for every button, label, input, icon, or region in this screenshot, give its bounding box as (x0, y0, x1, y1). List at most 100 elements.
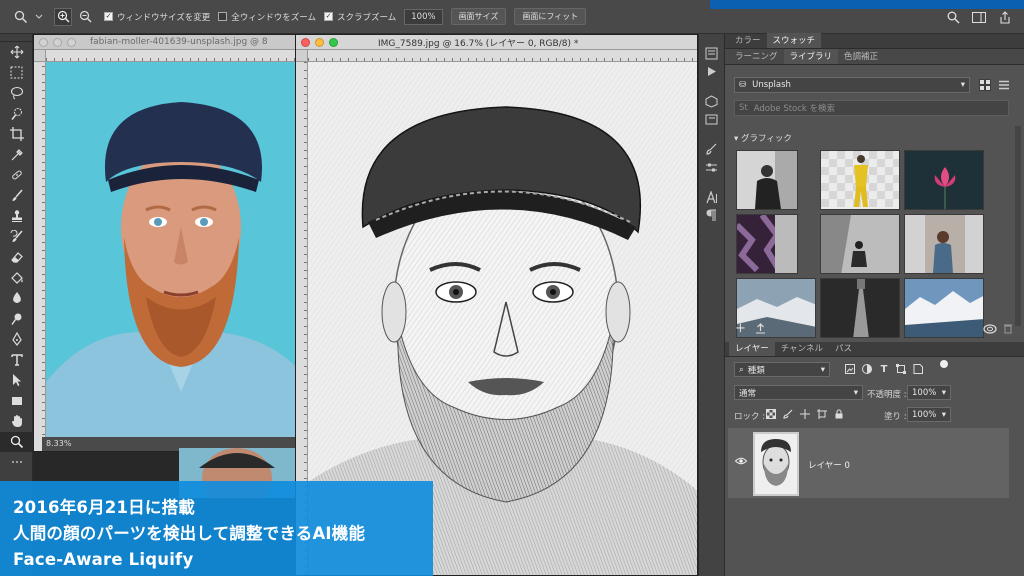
graphic-thumbnail[interactable] (736, 150, 798, 210)
document-titlebar-front[interactable]: IMG_7589.jpg @ 16.7% (レイヤー 0, RGB/8) * (296, 35, 697, 50)
properties-panel-icon[interactable] (699, 110, 724, 128)
document-window-back[interactable]: fabian-moller-401639-unsplash.jpg @ 8 8.… (33, 34, 308, 452)
more-tools-icon[interactable] (0, 452, 33, 473)
fit-screen-button[interactable]: 画面サイズ (450, 8, 507, 25)
move-tool-icon[interactable] (0, 42, 33, 63)
lock-image-pixels-icon[interactable] (782, 408, 794, 420)
eraser-tool-icon[interactable] (0, 247, 33, 268)
trash-icon[interactable] (1003, 323, 1013, 337)
library-select[interactable]: ⛁ Unsplash ▾ (734, 77, 970, 93)
maximize-window-icon[interactable] (329, 37, 338, 47)
minimize-window-icon[interactable] (53, 37, 62, 47)
graphic-thumbnail[interactable] (904, 150, 984, 210)
chevron-down-icon[interactable] (34, 8, 44, 26)
tab-adjustments[interactable]: 色調補正 (838, 49, 884, 64)
graphic-thumbnail[interactable] (820, 214, 900, 274)
brush-tool-icon[interactable] (0, 186, 33, 207)
character-panel-icon[interactable] (699, 188, 724, 206)
tab-learn[interactable]: ラーニング (729, 49, 784, 64)
stock-search-input[interactable]: St Adobe Stock を検索 (734, 100, 1009, 116)
history-brush-tool-icon[interactable] (0, 227, 33, 248)
healing-brush-tool-icon[interactable] (0, 165, 33, 186)
eyedropper-tool-icon[interactable] (0, 145, 33, 166)
dodge-tool-icon[interactable] (0, 309, 33, 330)
layer-kind-filter[interactable]: ⌕ 種類 ▾ (734, 362, 830, 377)
tab-channels[interactable]: チャンネル (775, 341, 829, 356)
brush-presets-panel-icon[interactable] (699, 158, 724, 176)
tab-layers[interactable]: レイヤー (729, 341, 775, 356)
upload-icon[interactable] (755, 323, 766, 337)
list-view-icon[interactable] (998, 79, 1010, 91)
graphics-header[interactable]: ▾ グラフィック (734, 132, 792, 144)
filter-toggle-icon[interactable] (940, 360, 948, 368)
paragraph-panel-icon[interactable] (699, 206, 724, 224)
hand-tool-icon[interactable] (0, 411, 33, 432)
canvas-color-portrait[interactable] (46, 62, 307, 451)
type-tool-icon[interactable] (0, 350, 33, 371)
toolbox-grip[interactable] (0, 34, 32, 42)
lock-transparency-icon[interactable] (765, 408, 777, 420)
blend-mode-select[interactable]: 通常 ▾ (734, 385, 863, 400)
tab-paths[interactable]: パス (829, 341, 858, 356)
blur-tool-icon[interactable] (0, 288, 33, 309)
scrubby-zoom-checkbox[interactable]: ✓ (324, 12, 333, 21)
search-icon[interactable] (945, 10, 961, 24)
paint-bucket-tool-icon[interactable] (0, 268, 33, 289)
resize-windows-checkbox[interactable]: ✓ (104, 12, 113, 21)
graphic-thumbnail[interactable] (736, 214, 798, 274)
pixel-layer-filter-icon[interactable] (844, 363, 856, 375)
close-window-icon[interactable] (301, 37, 310, 47)
workspace-icon[interactable] (971, 10, 987, 24)
zoom-all-windows-option[interactable]: 全ウィンドウをズーム (218, 11, 316, 23)
zoom-value-field[interactable]: 100% (404, 8, 443, 25)
zoom-all-windows-checkbox[interactable] (218, 12, 228, 21)
lasso-tool-icon[interactable] (0, 83, 33, 104)
tab-swatches[interactable]: スウォッチ (766, 33, 822, 48)
zoom-in-icon[interactable] (54, 7, 72, 26)
minimize-window-icon[interactable] (315, 37, 324, 47)
resize-windows-option[interactable]: ✓ ウィンドウサイズを変更 (104, 11, 210, 23)
fill-screen-button[interactable]: 画面にフィット (514, 8, 587, 25)
zoom-tool-preset-icon[interactable] (12, 8, 30, 26)
grid-view-icon[interactable] (979, 79, 991, 91)
ruler-horizontal[interactable] (46, 50, 307, 62)
maximize-window-icon[interactable] (67, 37, 76, 47)
zoom-tool-icon[interactable] (0, 431, 33, 452)
lock-artboard-icon[interactable] (816, 408, 828, 420)
quick-selection-tool-icon[interactable] (0, 104, 33, 125)
ruler-vertical[interactable] (34, 62, 46, 451)
rectangle-tool-icon[interactable] (0, 391, 33, 412)
crop-tool-icon[interactable] (0, 124, 33, 145)
layer-row[interactable]: レイヤー 0 (728, 428, 1009, 498)
ruler-horizontal[interactable] (308, 50, 697, 62)
close-window-icon[interactable] (39, 37, 48, 47)
history-panel-icon[interactable] (699, 44, 724, 62)
lock-all-icon[interactable] (833, 408, 845, 420)
add-content-icon[interactable]: + (735, 322, 746, 335)
type-layer-filter-icon[interactable]: T (878, 363, 890, 375)
smart-object-filter-icon[interactable] (912, 363, 924, 375)
opacity-field[interactable]: 100% ▾ (907, 385, 951, 400)
panel-scrollbar[interactable] (1015, 126, 1021, 326)
graphic-thumbnail[interactable] (904, 214, 984, 274)
document-titlebar-back[interactable]: fabian-moller-401639-unsplash.jpg @ 8 (34, 35, 307, 50)
creative-cloud-icon[interactable] (983, 323, 997, 337)
path-selection-tool-icon[interactable] (0, 370, 33, 391)
marquee-tool-icon[interactable] (0, 63, 33, 84)
share-icon[interactable] (997, 10, 1013, 24)
tab-libraries[interactable]: ライブラリ (783, 49, 839, 64)
adjustment-layer-filter-icon[interactable] (861, 363, 873, 375)
fill-field[interactable]: 100% ▾ (907, 407, 951, 422)
visibility-eye-icon[interactable] (734, 457, 748, 468)
clone-stamp-tool-icon[interactable] (0, 206, 33, 227)
3d-panel-icon[interactable] (699, 92, 724, 110)
zoom-out-icon[interactable] (76, 8, 94, 26)
pen-tool-icon[interactable] (0, 329, 33, 350)
scrubby-zoom-option[interactable]: ✓ スクラブズーム (324, 11, 396, 23)
actions-panel-icon[interactable] (699, 62, 724, 80)
brush-panel-icon[interactable] (699, 140, 724, 158)
lock-position-icon[interactable] (799, 408, 811, 420)
tab-color[interactable]: カラー (729, 33, 767, 48)
graphic-thumbnail[interactable] (820, 150, 900, 210)
layer-thumbnail[interactable] (753, 432, 799, 496)
